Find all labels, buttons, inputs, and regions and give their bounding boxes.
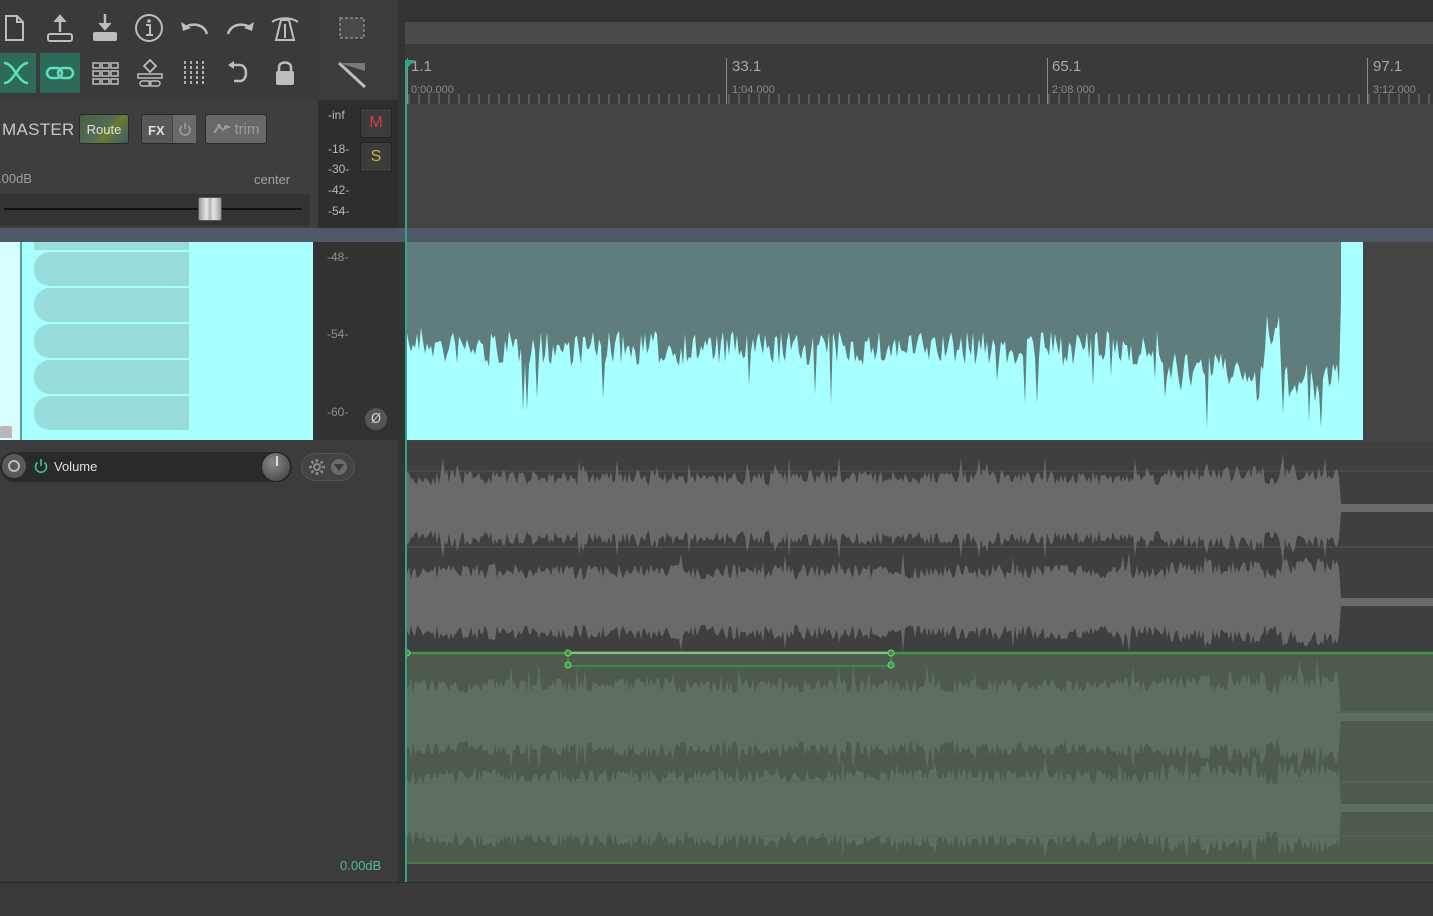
track-control-panel: MASTER Route FX trim .00dB center -inf -…: [0, 0, 398, 916]
envelope-point: [887, 649, 895, 657]
chevron-down-icon: [331, 459, 347, 475]
item-grouping-icon[interactable]: [130, 53, 170, 93]
lock-icon[interactable]: [265, 53, 305, 93]
ruler-time-label: 1:04.000: [732, 84, 775, 96]
waveform-channel-right: [405, 551, 1433, 653]
ruler-time-label: 0:00.000: [411, 84, 454, 96]
fx-label: FX: [148, 123, 165, 138]
envelope-item-lane[interactable]: [403, 442, 1433, 882]
main-toolbar: [0, 0, 318, 100]
ruler-bar-label: 97.1: [1373, 58, 1403, 75]
track-control-slot: [34, 396, 189, 430]
master-track-header: MASTER Route FX trim .00dB center: [0, 100, 318, 228]
solo-label: S: [370, 148, 382, 165]
envelope-value-knob[interactable]: [261, 452, 291, 482]
fader-thumb[interactable]: [197, 197, 222, 221]
solo-button[interactable]: S: [360, 142, 392, 172]
master-meter: -inf -18- -30- -42- -54- M S: [318, 100, 398, 228]
track-meter: -48- -54- -60- Ø: [313, 242, 398, 440]
phase-invert-button[interactable]: Ø: [365, 408, 387, 430]
master-track-lane[interactable]: [405, 104, 1433, 228]
auto-crossfade-icon[interactable]: [0, 53, 36, 93]
new-project-icon[interactable]: [0, 8, 34, 48]
project-info-icon[interactable]: [129, 8, 169, 48]
horizontal-scrollbar[interactable]: [0, 882, 1433, 916]
ripple-link-icon[interactable]: [40, 53, 80, 93]
envelope-item-waveform[interactable]: [403, 442, 1433, 882]
loop-icon[interactable]: [220, 53, 260, 93]
envelope-bypass-icon[interactable]: [33, 458, 49, 478]
track-header[interactable]: [0, 242, 313, 440]
save-project-icon[interactable]: [85, 8, 125, 48]
gear-icon: [309, 459, 325, 475]
snap-icon[interactable]: [175, 53, 215, 93]
envelope-point: [887, 661, 895, 669]
meter-scale-label: -60-: [327, 405, 349, 419]
route-button[interactable]: Route: [79, 114, 129, 144]
mute-label: M: [369, 114, 383, 131]
media-item-waveform[interactable]: [405, 242, 1433, 442]
grid-icon[interactable]: [86, 53, 126, 93]
edit-cursor[interactable]: [405, 60, 407, 916]
volume-readout: .00dB: [0, 171, 32, 186]
fader-track: [4, 208, 302, 210]
envelope-point: [564, 649, 572, 657]
redo-icon[interactable]: [221, 8, 261, 48]
phase-glyph: Ø: [370, 411, 382, 427]
envelope-arm-button[interactable]: [2, 454, 26, 478]
meter-scale-label: -42-: [328, 183, 350, 197]
track-control-slot: [34, 324, 189, 358]
mute-button[interactable]: M: [360, 108, 392, 138]
envelope-lane-header: Volume 0.00dB: [0, 440, 398, 882]
ruler-marker: [1047, 58, 1048, 104]
track-control-slot: [34, 242, 189, 250]
pan-readout: center: [254, 172, 291, 187]
track-lane[interactable]: [405, 242, 1433, 442]
automation-mode-button[interactable]: trim: [205, 114, 267, 144]
ruler-marker: [1367, 58, 1368, 104]
automation-mode-label: trim: [234, 120, 260, 138]
undo-icon[interactable]: [174, 8, 214, 48]
region-bar[interactable]: [405, 22, 1433, 44]
marquee-select-icon[interactable]: [332, 8, 372, 48]
ruler-ticks: [408, 94, 1430, 104]
waveform-channel-left: [405, 453, 1433, 563]
meter-scale-label: -54-: [328, 204, 350, 218]
track-control-slot: [34, 360, 189, 394]
ruler-bar-label: 65.1: [1052, 58, 1082, 75]
folder-icon[interactable]: [0, 426, 12, 438]
track-control-slot: [34, 252, 189, 286]
timeline-ruler[interactable]: 1.1 0:00.000 33.1 1:04.000 65.1 2:08.000…: [405, 44, 1433, 104]
volume-fader[interactable]: [0, 194, 310, 226]
meter-scale-label: -54-: [327, 327, 349, 341]
ruler-bar-label: 33.1: [732, 58, 762, 75]
envelope-point: [564, 661, 572, 669]
route-label: Route: [86, 121, 122, 137]
master-track-name: MASTER: [2, 120, 75, 139]
envelope-header: Volume: [0, 452, 292, 482]
envelope-value-readout: 0.00dB: [340, 858, 382, 873]
ruler-time-label: 2:08.000: [1052, 84, 1095, 96]
tcp-layout-icon[interactable]: [332, 53, 372, 93]
meter-scale-label: -18-: [328, 142, 350, 156]
metronome-icon[interactable]: [265, 8, 305, 48]
meter-scale-label: -30-: [328, 162, 350, 176]
track-control-slot: [34, 288, 189, 322]
envelope-settings-button[interactable]: [301, 453, 355, 481]
envelope-curve-icon: [212, 124, 230, 134]
ruler-marker: [726, 58, 727, 104]
track-color-strip: [0, 242, 22, 440]
fx-button[interactable]: FX: [141, 114, 196, 144]
arrange-view[interactable]: 1.1 0:00.000 33.1 1:04.000 65.1 2:08.000…: [403, 0, 1433, 916]
fx-bypass-icon[interactable]: [172, 115, 196, 143]
open-project-icon[interactable]: [40, 8, 80, 48]
meter-peak-label: -inf: [328, 108, 345, 122]
envelope-name: Volume: [54, 459, 98, 474]
meter-scale-label: -48-: [327, 250, 349, 264]
ruler-time-label: 3:12.000: [1373, 84, 1416, 96]
